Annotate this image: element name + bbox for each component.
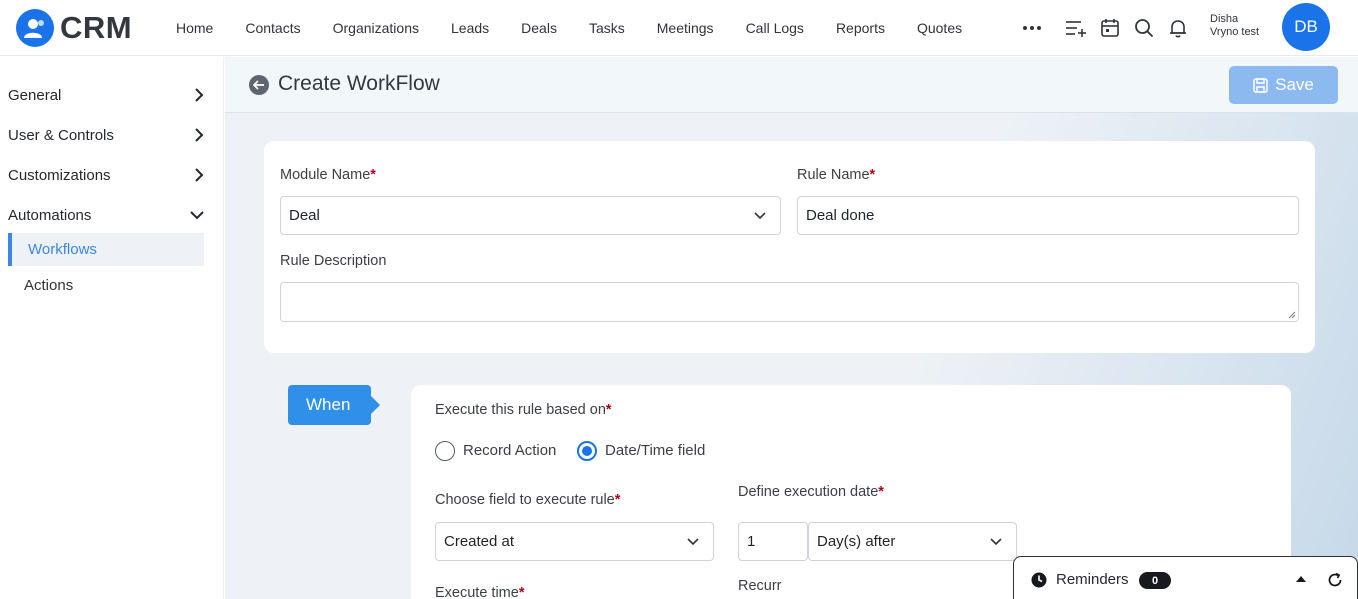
sidebar-item-label: Automations bbox=[8, 206, 92, 224]
chevron-down-icon bbox=[190, 211, 204, 220]
reminders-panel[interactable]: Reminders 0 bbox=[1013, 556, 1358, 599]
resize-handle-icon[interactable] bbox=[1288, 311, 1296, 319]
execution-date-unit-select[interactable]: Day(s) after bbox=[808, 522, 1017, 561]
execute-time-label: Execute time* bbox=[435, 585, 525, 599]
nav-item-organizations[interactable]: Organizations bbox=[333, 20, 419, 36]
page-title: Create WorkFlow bbox=[278, 72, 440, 95]
chevron-down-icon bbox=[990, 538, 1002, 546]
save-button-label: Save bbox=[1275, 75, 1314, 94]
record-action-label[interactable]: Record Action bbox=[463, 442, 556, 459]
recurr-label: Recurr bbox=[738, 578, 782, 594]
rule-description-label: Rule Description bbox=[280, 253, 387, 269]
search-icon[interactable] bbox=[1132, 16, 1156, 40]
sidebar-item-automations[interactable]: Automations bbox=[8, 203, 204, 227]
bell-icon[interactable] bbox=[1166, 16, 1190, 40]
nav-item-quotes[interactable]: Quotes bbox=[917, 20, 962, 36]
sidebar-item-label: User & Controls bbox=[8, 126, 114, 144]
rule-name-input[interactable]: Deal done bbox=[797, 196, 1299, 235]
choose-field-value: Created at bbox=[444, 533, 515, 550]
sidebar-subitem-label: Workflows bbox=[28, 241, 97, 258]
sidebar-item-user-controls[interactable]: User & Controls bbox=[8, 123, 204, 147]
nav-item-leads[interactable]: Leads bbox=[451, 20, 489, 36]
main-content: Create WorkFlow Save Module Name* Deal R… bbox=[225, 57, 1358, 599]
module-name-select[interactable]: Deal bbox=[280, 196, 781, 235]
chevron-down-icon bbox=[754, 212, 766, 220]
avatar[interactable]: DB bbox=[1282, 3, 1330, 51]
clock-icon bbox=[1031, 572, 1047, 588]
nav-item-contacts[interactable]: Contacts bbox=[245, 20, 300, 36]
execute-based-on-label: Execute this rule based on* bbox=[435, 402, 612, 418]
reminders-label: Reminders bbox=[1056, 571, 1129, 588]
nav-item-meetings[interactable]: Meetings bbox=[657, 20, 714, 36]
settings-sidebar: General User & Controls Customizations A… bbox=[0, 57, 224, 599]
sidebar-item-general[interactable]: General bbox=[8, 83, 204, 107]
user-name: Disha bbox=[1210, 13, 1239, 25]
nav-item-call-logs[interactable]: Call Logs bbox=[746, 20, 804, 36]
when-section-tag: When bbox=[288, 385, 380, 425]
back-arrow-icon[interactable] bbox=[249, 75, 269, 95]
nav-item-deals[interactable]: Deals bbox=[521, 20, 557, 36]
save-icon bbox=[1253, 77, 1268, 93]
nav-item-reports[interactable]: Reports bbox=[836, 20, 885, 36]
rule-details-card: Module Name* Deal Rule Name* Deal done R… bbox=[264, 141, 1315, 353]
reminders-count-badge: 0 bbox=[1139, 572, 1171, 589]
app-logo[interactable]: CRM bbox=[16, 8, 166, 47]
sidebar-item-label: General bbox=[8, 86, 62, 104]
save-button[interactable]: Save bbox=[1229, 66, 1338, 104]
sidebar-subitem-label: Actions bbox=[24, 277, 74, 294]
chevron-right-icon bbox=[195, 128, 204, 142]
choose-field-select[interactable]: Created at bbox=[435, 522, 714, 561]
calendar-icon[interactable] bbox=[1098, 16, 1122, 40]
define-execution-date-label: Define execution date* bbox=[738, 484, 884, 500]
nav-item-home[interactable]: Home bbox=[176, 20, 213, 36]
user-info[interactable]: Disha Vryno test bbox=[1210, 13, 1259, 39]
logo-users-icon bbox=[16, 8, 54, 47]
rule-name-value: Deal done bbox=[806, 207, 875, 224]
add-list-icon[interactable] bbox=[1064, 16, 1088, 40]
chevron-right-icon bbox=[195, 168, 204, 182]
caret-up-icon[interactable] bbox=[1296, 576, 1306, 582]
chevron-right-icon bbox=[195, 88, 204, 102]
module-name-value: Deal bbox=[289, 207, 320, 224]
main-nav: Home Contacts Organizations Leads Deals Tasks… bbox=[176, 20, 994, 36]
logo-text: CRM bbox=[60, 9, 133, 45]
choose-field-label: Choose field to execute rule* bbox=[435, 492, 621, 508]
rule-description-textarea[interactable] bbox=[280, 282, 1299, 322]
date-time-field-radio[interactable] bbox=[577, 441, 597, 461]
sidebar-subitem-actions[interactable]: Actions bbox=[8, 269, 204, 302]
page-header: Create WorkFlow Save bbox=[225, 57, 1358, 113]
execution-date-number-value: 1 bbox=[747, 533, 756, 550]
user-org: Vryno test bbox=[1210, 26, 1260, 38]
nav-icon-group bbox=[1020, 0, 1200, 56]
sidebar-item-customizations[interactable]: Customizations bbox=[8, 163, 204, 187]
module-name-label: Module Name* bbox=[280, 167, 376, 183]
refresh-icon[interactable] bbox=[1327, 572, 1343, 588]
date-time-field-label[interactable]: Date/Time field bbox=[605, 442, 705, 459]
sidebar-item-label: Customizations bbox=[8, 166, 111, 184]
more-horizontal-icon[interactable] bbox=[1020, 16, 1044, 40]
chevron-down-icon bbox=[687, 538, 699, 546]
rule-name-label: Rule Name* bbox=[797, 167, 876, 183]
sidebar-subitem-workflows[interactable]: Workflows bbox=[8, 233, 204, 266]
execution-date-unit-value: Day(s) after bbox=[817, 533, 896, 550]
record-action-radio[interactable] bbox=[435, 441, 455, 461]
nav-item-tasks[interactable]: Tasks bbox=[589, 20, 625, 36]
top-navigation-bar: CRM Home Contacts Organizations Leads Deals T… bbox=[0, 0, 1358, 56]
execution-date-number-input[interactable]: 1 bbox=[738, 522, 808, 561]
